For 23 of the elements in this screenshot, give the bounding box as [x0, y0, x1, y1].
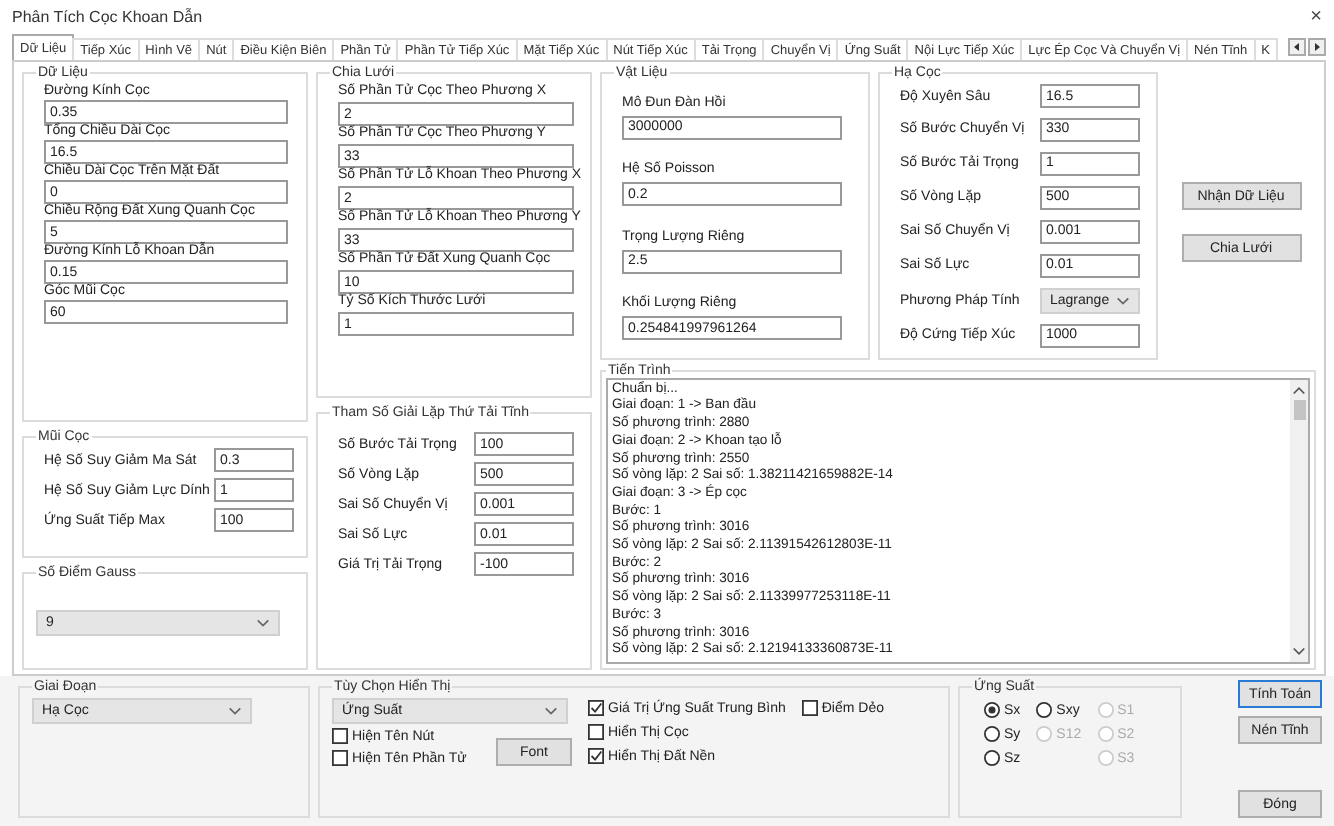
checkbox-icon[interactable] [332, 750, 348, 766]
radio-icon[interactable] [984, 750, 1000, 766]
window-title: Phân Tích Cọc Khoan Dẫn [12, 8, 203, 26]
scroll-thumb[interactable] [1293, 399, 1305, 420]
close-button[interactable]: × [1306, 6, 1326, 28]
checkbox-icon[interactable] [588, 724, 604, 740]
checkbox-icon[interactable] [588, 700, 604, 716]
caret-icon [256, 618, 270, 628]
scroll-down-icon[interactable] [1292, 646, 1306, 658]
radio-icon[interactable] [1036, 702, 1053, 718]
radio-icon[interactable] [984, 726, 1000, 742]
checkbox-icon[interactable] [332, 728, 348, 744]
scroll-up-icon[interactable] [1292, 383, 1306, 396]
checkbox-icon[interactable] [588, 748, 604, 764]
scrollbar[interactable] [1290, 379, 1308, 662]
caret-icon [1116, 295, 1130, 306]
scroll-left-icon[interactable] [1288, 38, 1306, 56]
radio-icon[interactable] [984, 702, 1000, 718]
log-box[interactable] [606, 377, 1310, 664]
checkbox-icon[interactable] [801, 700, 818, 716]
caret-icon [228, 706, 242, 716]
scroll-right-icon[interactable] [1308, 38, 1326, 56]
caret-icon [544, 706, 558, 716]
